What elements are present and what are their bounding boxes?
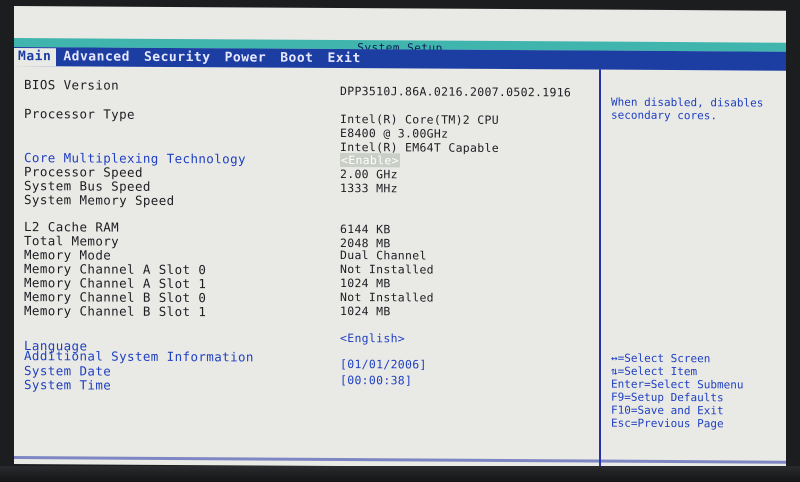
- memory-a1-value: 1024 MB: [340, 275, 391, 291]
- key-save-exit: F10=Save and Exit: [611, 403, 724, 418]
- key-select-submenu: Enter=Select Submenu: [611, 377, 744, 392]
- tab-exit[interactable]: Exit: [321, 49, 368, 67]
- tab-main[interactable]: Main: [14, 47, 57, 66]
- key-legend: ↔=Select Screen ⇅=Select Item Enter=Sele…: [611, 352, 779, 431]
- bios-version-row: BIOS Version DPP3510J.86A.0216.2007.0502…: [14, 77, 597, 100]
- key-previous-page: Esc=Previous Page: [611, 416, 724, 431]
- monitor-bezel: [0, 466, 800, 482]
- system-time-label[interactable]: System Time: [24, 377, 111, 393]
- memory-b1-label: Memory Channel B Slot 1: [24, 303, 207, 320]
- core-multiplexing-value[interactable]: <Enable>: [340, 152, 400, 168]
- memory-a0-value: Not Installed: [340, 261, 434, 277]
- l2-cache-value: 6144 KB: [340, 221, 391, 237]
- processor-type-line-1: Intel(R) Core(TM)2 CPU: [340, 111, 499, 127]
- system-bus-speed-value: 1333 MHz: [340, 180, 398, 196]
- system-time-row[interactable]: System Time [00:00:38]: [14, 373, 597, 396]
- tab-advanced[interactable]: Advanced: [56, 48, 137, 66]
- memory-mode-value: Dual Channel: [340, 247, 427, 263]
- tab-power[interactable]: Power: [218, 49, 274, 67]
- processor-type-line-2: E8400 @ 3.00GHz: [340, 125, 449, 141]
- bios-version-label: BIOS Version: [24, 77, 120, 93]
- tab-boot[interactable]: Boot: [273, 49, 320, 67]
- additional-info-label[interactable]: Additional System Information: [24, 348, 254, 364]
- help-text: When disabled, disables secondary cores.: [611, 95, 764, 123]
- key-select-screen: ↔=Select Screen: [611, 351, 711, 366]
- memory-b0-value: Not Installed: [340, 289, 434, 305]
- processor-type-row: Processor Type Intel(R) Core(TM)2 CPU E8…: [14, 106, 597, 155]
- key-select-item: ⇅=Select Item: [611, 364, 698, 379]
- processor-speed-value: 2.00 GHz: [340, 166, 398, 182]
- system-date-value[interactable]: [01/01/2006]: [340, 357, 427, 372]
- tab-security[interactable]: Security: [137, 48, 218, 66]
- memory-b1-value: 1024 MB: [340, 303, 391, 319]
- system-memory-speed-row: System Memory Speed: [14, 192, 597, 211]
- memory-b1-row: Memory Channel B Slot 1 1024 MB: [14, 303, 597, 322]
- system-time-value[interactable]: [00:00:38]: [340, 373, 412, 387]
- bios-version-value: DPP3510J.86A.0216.2007.0502.1916: [340, 83, 572, 100]
- help-panel: When disabled, disables secondary cores.…: [599, 69, 781, 469]
- main-panel: BIOS Version DPP3510J.86A.0216.2007.0502…: [14, 66, 597, 468]
- bios-screen: System Setup Main Advanced Security Powe…: [14, 6, 786, 469]
- system-memory-speed-label: System Memory Speed: [24, 192, 175, 208]
- language-value[interactable]: <English>: [340, 331, 405, 345]
- key-setup-defaults: F9=Setup Defaults: [611, 390, 724, 405]
- processor-type-label: Processor Type: [24, 106, 135, 122]
